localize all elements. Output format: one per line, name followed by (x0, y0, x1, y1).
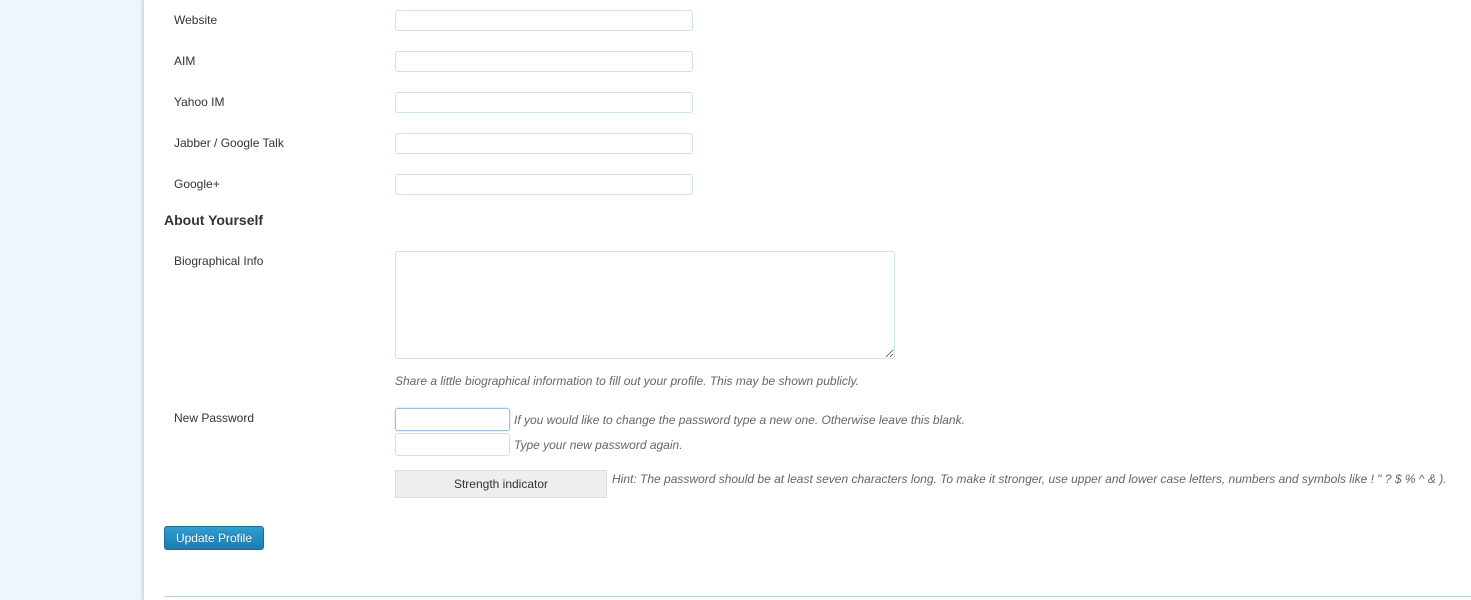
aim-input[interactable] (395, 51, 693, 72)
yahoo-im-input[interactable] (395, 92, 693, 113)
yahoo-im-label: Yahoo IM (174, 95, 225, 109)
bio-label: Biographical Info (174, 254, 264, 268)
confirm-password-input[interactable] (395, 433, 510, 456)
update-profile-button[interactable]: Update Profile (164, 526, 264, 550)
about-yourself-heading: About Yourself (164, 212, 264, 228)
new-password-description: If you would like to change the password… (514, 413, 965, 427)
google-plus-label: Google+ (174, 177, 220, 191)
website-input[interactable] (395, 10, 693, 31)
admin-sidebar-background (0, 0, 144, 600)
google-plus-input[interactable] (395, 174, 693, 195)
jabber-label: Jabber / Google Talk (174, 136, 284, 150)
aim-label: AIM (174, 54, 196, 68)
password-hint: Hint: The password should be at least se… (612, 472, 1447, 486)
bio-textarea[interactable] (395, 251, 895, 359)
footer-divider (164, 596, 1471, 597)
confirm-password-description: Type your new password again. (514, 438, 683, 452)
profile-form: Website AIM Yahoo IM Jabber / Google Tal… (144, 0, 1471, 600)
website-label: Website (174, 13, 218, 27)
jabber-input[interactable] (395, 133, 693, 154)
bio-description: Share a little biographical information … (395, 374, 860, 388)
password-strength-indicator: Strength indicator (395, 470, 607, 498)
new-password-input[interactable] (395, 408, 510, 431)
new-password-label: New Password (174, 411, 255, 425)
